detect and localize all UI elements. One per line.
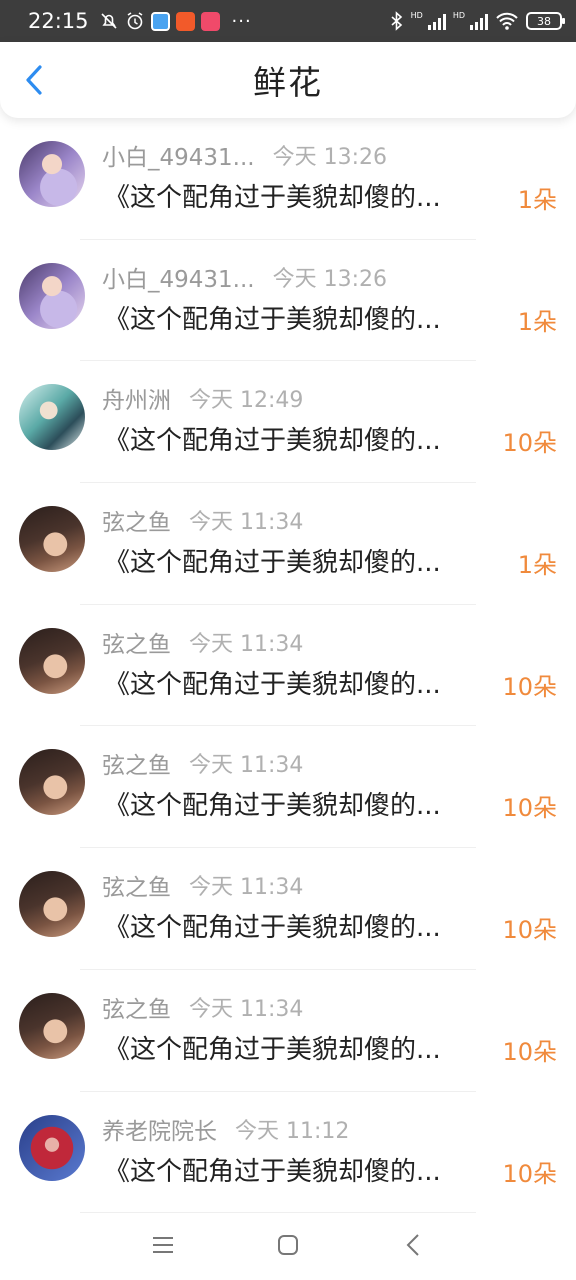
avatar[interactable] [19,506,85,573]
header-bar: 鲜花 [0,42,576,118]
status-bar: 22:15 ··· HD HD 38 [0,0,576,42]
app-notification-icon [175,11,195,31]
timestamp: 今天 11:34 [189,753,304,779]
system-nav-bar [0,1210,576,1280]
item-meta: 小白_49431... 今天 13:26 [102,260,387,294]
avatar[interactable] [19,1114,85,1181]
alarm-icon [127,12,142,30]
back-nav-button[interactable] [393,1225,433,1265]
mute-bell-icon [100,13,117,29]
item-meta: 养老院院长 今天 11:12 [102,1112,349,1146]
avatar[interactable] [19,384,85,451]
username[interactable]: 弦之鱼 [102,625,171,659]
timestamp: 今天 11:34 [189,996,304,1022]
signal-icon [427,13,446,30]
item-meta: 弦之鱼 今天 11:34 [102,990,303,1024]
flower-count: 10朵 [502,916,557,945]
hd-label: HD [452,10,465,20]
flower-record-list: 小白_49431... 今天 13:26 《这个配角过于美貌却傻的... 1朵 小白_4… [0,118,576,1214]
battery-icon: 38 [526,12,565,30]
book-title-message[interactable]: 《这个配角过于美貌却傻的... [104,542,494,579]
flower-count: 1朵 [517,551,557,580]
flower-count: 10朵 [502,794,557,823]
book-title-message[interactable]: 《这个配角过于美貌却傻的... [104,1029,494,1066]
timestamp: 今天 11:34 [189,875,304,901]
username[interactable]: 小白_49431... [102,260,255,294]
list-item[interactable]: 小白_49431... 今天 13:26 《这个配角过于美貌却傻的... 1朵 [0,240,576,362]
page-title: 鲜花 [253,63,323,102]
book-title-message[interactable]: 《这个配角过于美貌却傻的... [104,177,494,214]
flower-count: 1朵 [517,307,557,336]
battery-level: 38 [537,14,551,28]
list-item[interactable]: 弦之鱼 今天 11:34 《这个配角过于美貌却傻的... 10朵 [0,970,576,1092]
flower-count: 10朵 [502,672,557,701]
timestamp: 今天 12:49 [189,388,304,414]
book-title-message[interactable]: 《这个配角过于美貌却傻的... [104,785,494,822]
avatar[interactable] [19,749,85,816]
signal-icon [470,13,488,30]
username[interactable]: 舟州洲 [102,381,171,415]
home-nav-button[interactable] [268,1225,308,1265]
hd-label: HD [410,10,423,20]
book-title-message[interactable]: 《这个配角过于美貌却傻的... [104,1151,494,1188]
list-item[interactable]: 弦之鱼 今天 11:34 《这个配角过于美貌却傻的... 1朵 [0,483,576,605]
list-item[interactable]: 弦之鱼 今天 11:34 《这个配角过于美貌却傻的... 10朵 [0,726,576,849]
flower-count: 1朵 [517,186,557,214]
notification-icons: ··· [99,11,252,32]
list-item[interactable]: 小白_49431... 今天 13:26 《这个配角过于美貌却傻的... 1朵 [0,118,576,240]
app-notification-icon [150,11,170,31]
bluetooth-icon [391,11,402,31]
book-title-message[interactable]: 《这个配角过于美貌却傻的... [104,907,494,944]
status-time: 22:15 [28,9,89,33]
chevron-left-icon [26,65,42,95]
username[interactable]: 弦之鱼 [102,868,171,902]
list-item[interactable]: 弦之鱼 今天 11:34 《这个配角过于美貌却傻的... 10朵 [0,848,576,970]
username[interactable]: 养老院院长 [102,1112,217,1146]
flower-count: 10朵 [502,1159,557,1188]
item-meta: 弦之鱼 今天 11:34 [102,625,303,659]
book-title-message[interactable]: 《这个配角过于美貌却傻的... [104,664,494,701]
list-item[interactable]: 养老院院长 今天 11:12 《这个配角过于美貌却傻的... 10朵 [0,1092,576,1214]
menu-icon [152,1237,173,1253]
more-notifications-icon: ··· [231,10,252,32]
list-item[interactable]: 弦之鱼 今天 11:34 《这个配角过于美貌却傻的... 10朵 [0,605,576,727]
app-notification-icon [200,11,220,31]
avatar[interactable] [19,871,85,938]
flower-count: 10朵 [502,1037,557,1066]
back-button[interactable] [14,60,54,100]
username[interactable]: 小白_49431... [102,138,255,172]
system-icons: HD HD 38 [390,10,565,31]
menu-nav-button[interactable] [143,1225,183,1265]
item-meta: 弦之鱼 今天 11:34 [102,868,303,902]
flower-count: 10朵 [502,429,557,458]
timestamp: 今天 11:12 [235,1118,350,1144]
username[interactable]: 弦之鱼 [102,503,171,537]
username[interactable]: 弦之鱼 [102,746,171,780]
item-meta: 弦之鱼 今天 11:34 [102,503,303,537]
avatar[interactable] [19,141,85,207]
avatar[interactable] [19,627,85,694]
timestamp: 今天 13:26 [272,266,388,292]
timestamp: 今天 13:26 [272,145,388,170]
timestamp: 今天 11:34 [189,510,304,536]
item-meta: 舟州洲 今天 12:49 [102,381,303,415]
book-title-message[interactable]: 《这个配角过于美貌却傻的... [104,420,494,457]
item-meta: 小白_49431... 今天 13:26 [102,138,387,172]
item-meta: 弦之鱼 今天 11:34 [102,746,303,780]
avatar[interactable] [19,992,85,1059]
book-title-message[interactable]: 《这个配角过于美貌却傻的... [104,299,494,336]
username[interactable]: 弦之鱼 [102,990,171,1024]
back-triangle-icon [406,1234,420,1256]
wifi-icon [496,12,518,30]
list-item[interactable]: 舟州洲 今天 12:49 《这个配角过于美貌却傻的... 10朵 [0,361,576,484]
timestamp: 今天 11:34 [189,631,304,657]
home-square-icon [277,1235,298,1255]
avatar[interactable] [19,262,85,329]
